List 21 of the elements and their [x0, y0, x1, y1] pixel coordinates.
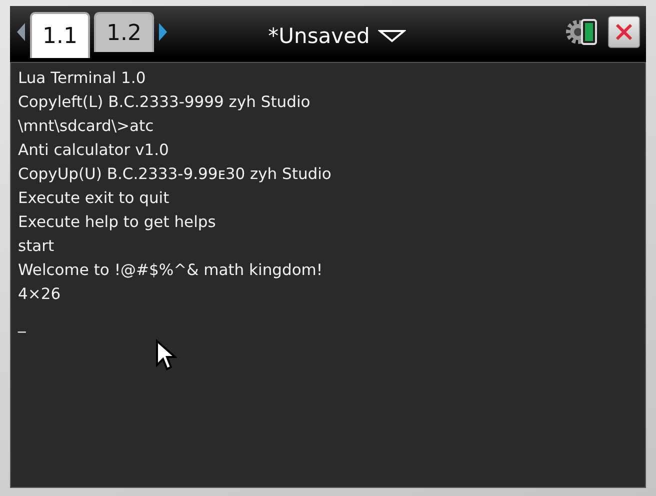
terminal-line: Copyleft(L) B.C.2333-9999 zyh Studio	[18, 92, 310, 113]
close-icon	[614, 22, 634, 42]
terminal-line: \mnt\sdcard\>atc	[18, 116, 154, 137]
mouse-pointer-icon	[155, 339, 177, 371]
scroll-left-icon[interactable]	[16, 22, 26, 42]
terminal-line: Lua Terminal 1.0	[18, 68, 146, 89]
page-tab[interactable]: 1.2	[94, 12, 154, 52]
terminal-line: Anti calculator v1.0	[18, 140, 169, 161]
terminal-line: start	[18, 236, 54, 257]
text-cursor: _	[18, 314, 26, 335]
terminal-line: Execute exit to quit	[18, 188, 170, 209]
terminal-line: CopyUp(U) B.C.2333-9.99ᴇ30 zyh Studio	[18, 164, 332, 185]
scroll-right-icon[interactable]	[158, 22, 168, 42]
close-button[interactable]	[608, 16, 640, 48]
document-title[interactable]: *Unsaved	[268, 24, 370, 48]
terminal-line: 4×26	[18, 284, 61, 305]
dropdown-icon[interactable]	[378, 29, 406, 43]
terminal-line: Execute help to get helps	[18, 212, 216, 233]
battery-settings-icon[interactable]	[566, 18, 600, 46]
page-tab[interactable]: 1.1	[30, 12, 90, 58]
terminal-line: Welcome to !@#$%^& math kingdom!	[18, 260, 323, 281]
